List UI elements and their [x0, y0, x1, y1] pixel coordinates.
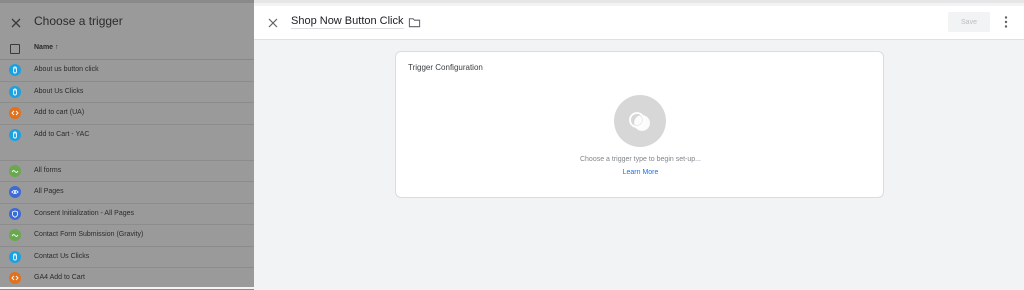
form-icon: [9, 229, 21, 241]
trigger-row-label: About us button click: [34, 66, 99, 73]
click-icon: [9, 64, 21, 76]
trigger-row[interactable]: Add to Cart - YAC: [0, 125, 254, 161]
card-title: Trigger Configuration: [408, 63, 483, 72]
save-button[interactable]: Save: [948, 12, 990, 32]
trigger-row-label: All Pages: [34, 188, 64, 195]
trigger-row[interactable]: Consent Initialization - All Pages: [0, 204, 254, 225]
trigger-row-label: Contact Form Submission (Gravity): [34, 231, 144, 238]
trigger-list: About us button click About Us Clicks Add …: [0, 60, 254, 290]
trigger-row-label: All forms: [34, 166, 62, 174]
editor-toolbar: Shop Now Button Click Save: [254, 6, 1024, 40]
learn-more-link[interactable]: Learn More: [396, 169, 885, 176]
select-all-checkbox[interactable]: [10, 44, 20, 54]
picker-header: Choose a trigger: [0, 6, 254, 40]
close-icon[interactable]: [9, 16, 23, 30]
click-icon: [9, 250, 21, 263]
trigger-row-label: Consent Initialization - All Pages: [34, 209, 134, 217]
trigger-row-label: Add to cart (UA): [34, 109, 85, 116]
trigger-row[interactable]: About Us Clicks: [0, 82, 254, 103]
picker-title: Choose a trigger: [34, 14, 123, 28]
trigger-name-field[interactable]: Shop Now Button Click: [291, 15, 404, 29]
trigger-row[interactable]: About us button click: [0, 60, 254, 82]
click-icon: [9, 85, 21, 98]
trigger-editor-panel: Shop Now Button Click Save Trigger Confi…: [254, 0, 1024, 287]
trigger-configuration-card[interactable]: Trigger Configuration Choose a trigger t…: [395, 51, 884, 198]
eye-icon: [9, 186, 21, 198]
trigger-icon: [629, 112, 650, 131]
more-vert-icon[interactable]: [1000, 14, 1012, 30]
trigger-row-label: About Us Clicks: [34, 87, 84, 95]
close-icon[interactable]: [266, 16, 280, 30]
table-header: Name ↑: [0, 40, 254, 60]
shield-icon: [9, 207, 21, 220]
trigger-picker-panel: Choose a trigger Name ↑ About us button …: [0, 0, 254, 290]
trigger-row[interactable]: Add to cart (UA): [0, 103, 254, 125]
trigger-row-label: Add to Cart - YAC: [34, 130, 90, 138]
trigger-row[interactable]: All Pages: [0, 182, 254, 204]
trigger-row-label: GA4 Add to Cart: [34, 274, 85, 281]
name-column-header[interactable]: Name ↑: [34, 44, 59, 51]
code-icon: [9, 272, 21, 284]
choose-trigger-hint: Choose a trigger type to begin set-up...: [579, 156, 702, 163]
trigger-row[interactable]: Contact Us Clicks: [0, 247, 254, 268]
code-icon: [9, 107, 21, 119]
trigger-row[interactable]: Contact Form Submission (Gravity): [0, 225, 254, 247]
form-icon: [9, 164, 21, 177]
click-icon: [9, 128, 21, 141]
trigger-type-placeholder[interactable]: [614, 95, 666, 147]
trigger-row[interactable]: All forms: [0, 161, 254, 182]
folder-icon[interactable]: [408, 16, 421, 29]
trigger-row[interactable]: GA4 Add to Cart: [0, 268, 254, 290]
trigger-row-label: Contact Us Clicks: [34, 252, 90, 260]
